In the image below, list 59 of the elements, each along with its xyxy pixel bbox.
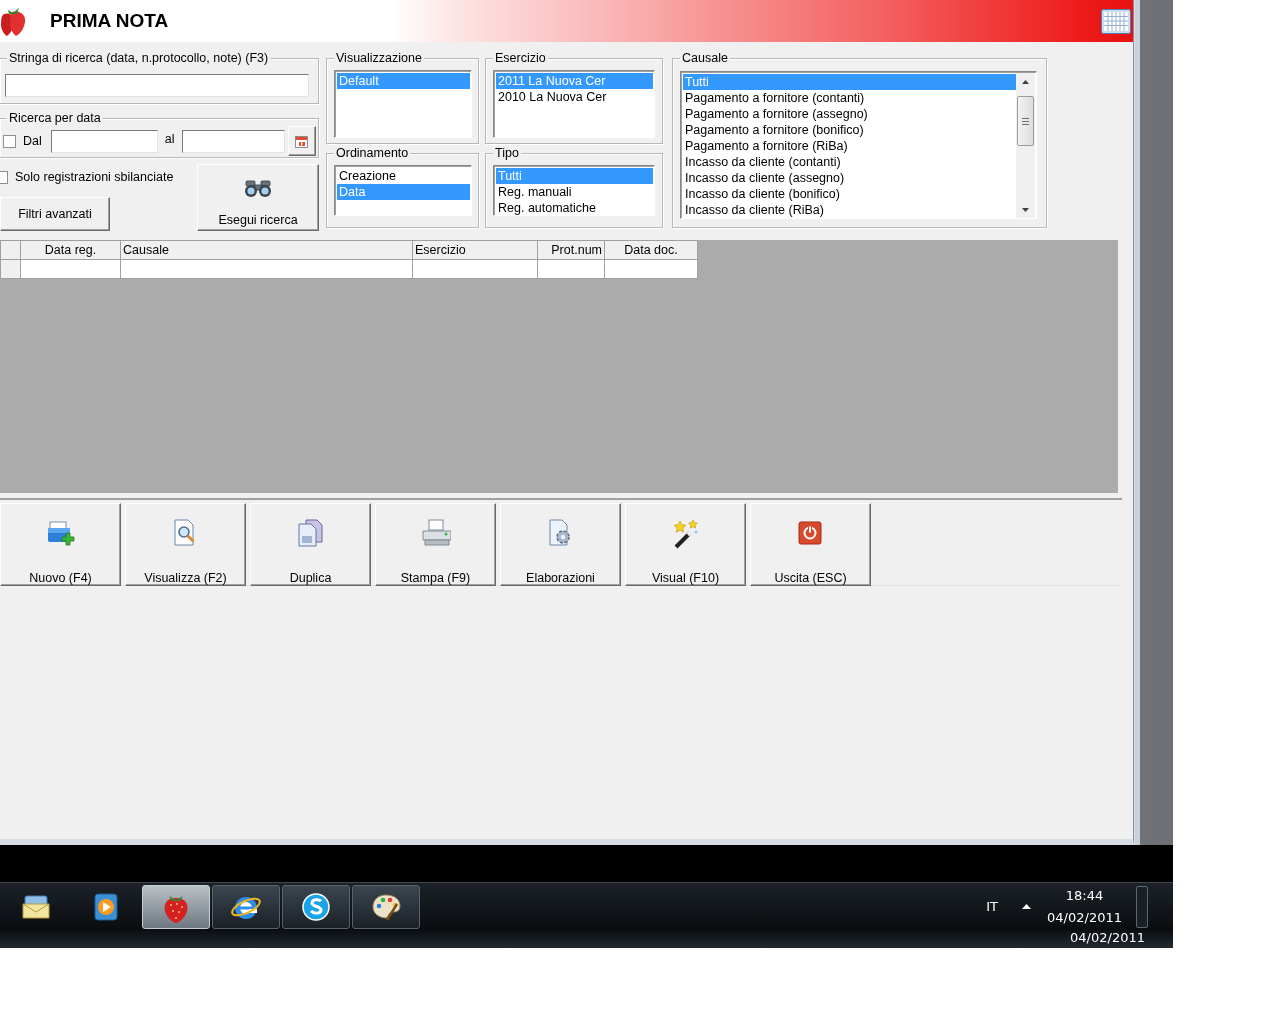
grip-icon — [1022, 117, 1029, 125]
list-item[interactable]: Reg. manuali — [496, 184, 653, 200]
calendar-grid-icon — [1101, 8, 1131, 34]
binoculars-icon — [243, 179, 273, 197]
search-field[interactable] — [5, 74, 309, 97]
column-header[interactable]: Data reg. — [20, 240, 121, 260]
checkbox-label: Solo registrazioni sbilanciate — [15, 170, 174, 184]
show-desktop-button[interactable] — [1136, 885, 1148, 928]
table-cell — [537, 259, 605, 279]
run-search-button[interactable]: Esegui ricerca — [197, 164, 319, 231]
toolbar-button[interactable]: Uscita (ESC) — [750, 503, 871, 586]
show-hidden-icons-icon[interactable] — [1022, 904, 1032, 909]
from-date-label: Dal — [23, 134, 42, 148]
list-item[interactable]: Incasso da cliente (RiBa) — [683, 202, 1016, 218]
toolbar-button[interactable]: Duplica — [250, 503, 371, 586]
list-item[interactable]: Incasso da cliente (assegno) — [683, 170, 1016, 186]
list-item[interactable]: Creazione — [337, 168, 470, 184]
toolbar-button[interactable]: Visualizza (F2) — [125, 503, 246, 586]
group-title: Tipo — [493, 146, 521, 161]
documents-icon — [295, 519, 326, 549]
toolbar-button[interactable]: Elaborazioni — [500, 503, 621, 586]
taskbar-app-button[interactable] — [352, 884, 420, 929]
column-header[interactable]: Causale — [120, 240, 413, 260]
group-title: Stringa di ricerca (data, n.protocollo, note) (F3) — [7, 51, 271, 66]
scrollbar-thumb[interactable] — [1017, 96, 1034, 146]
taskbar-app-button[interactable] — [282, 884, 350, 929]
list-item[interactable]: 2010 La Nuova Cer — [496, 89, 653, 105]
date-from-field[interactable] — [50, 129, 158, 153]
column-header[interactable]: Data doc. — [604, 240, 698, 260]
date-to-field[interactable] — [181, 129, 285, 153]
taskbar-app-button[interactable] — [212, 884, 280, 929]
list-item[interactable]: Pagamento a fornitore (RiBa) — [683, 138, 1016, 154]
group-title: Ricerca per data — [7, 111, 103, 126]
calendar-view-button[interactable] — [1101, 7, 1131, 35]
scroll-up-icon — [1022, 79, 1029, 84]
list-item[interactable]: Incasso da cliente (contanti) — [683, 154, 1016, 170]
folder-plus-icon — [45, 519, 76, 549]
clock-date[interactable]: 04/02/2011 — [1047, 906, 1122, 929]
column-header[interactable]: Esercizio — [412, 240, 538, 260]
window-title: PRIMA NOTA — [50, 10, 169, 32]
column-header[interactable]: Prot.num — [537, 240, 605, 260]
toolbar-button[interactable]: Stampa (F9) — [375, 503, 496, 586]
clock-time[interactable]: 18:44 — [1065, 884, 1104, 907]
printer-icon — [420, 519, 451, 549]
calendar-icon — [295, 134, 308, 148]
list-item[interactable]: Incasso da cliente (bonifico) — [683, 186, 1016, 202]
date-filter-checkbox[interactable] — [3, 134, 16, 148]
list-item[interactable]: Pagamento a fornitore (bonifico) — [683, 122, 1016, 138]
language-indicator[interactable]: IT — [986, 899, 999, 914]
to-date-label: al — [164, 132, 175, 146]
toolbar-button[interactable]: Visual (F10) — [625, 503, 746, 586]
list-item[interactable]: Pagamento a fornitore (assegno) — [683, 106, 1016, 122]
list-item[interactable]: Reg. automatiche — [496, 200, 653, 215]
toolbar-button[interactable]: Nuovo (F4) — [0, 503, 121, 586]
scroll-down-icon — [1022, 207, 1029, 212]
reflected-date: 04/02/2011 — [1070, 930, 1145, 946]
advanced-filters-button[interactable]: Filtri avanzati — [0, 197, 110, 231]
list-item[interactable]: Pagamento a fornitore (contanti) — [683, 90, 1016, 106]
calendar-button[interactable] — [287, 126, 316, 156]
